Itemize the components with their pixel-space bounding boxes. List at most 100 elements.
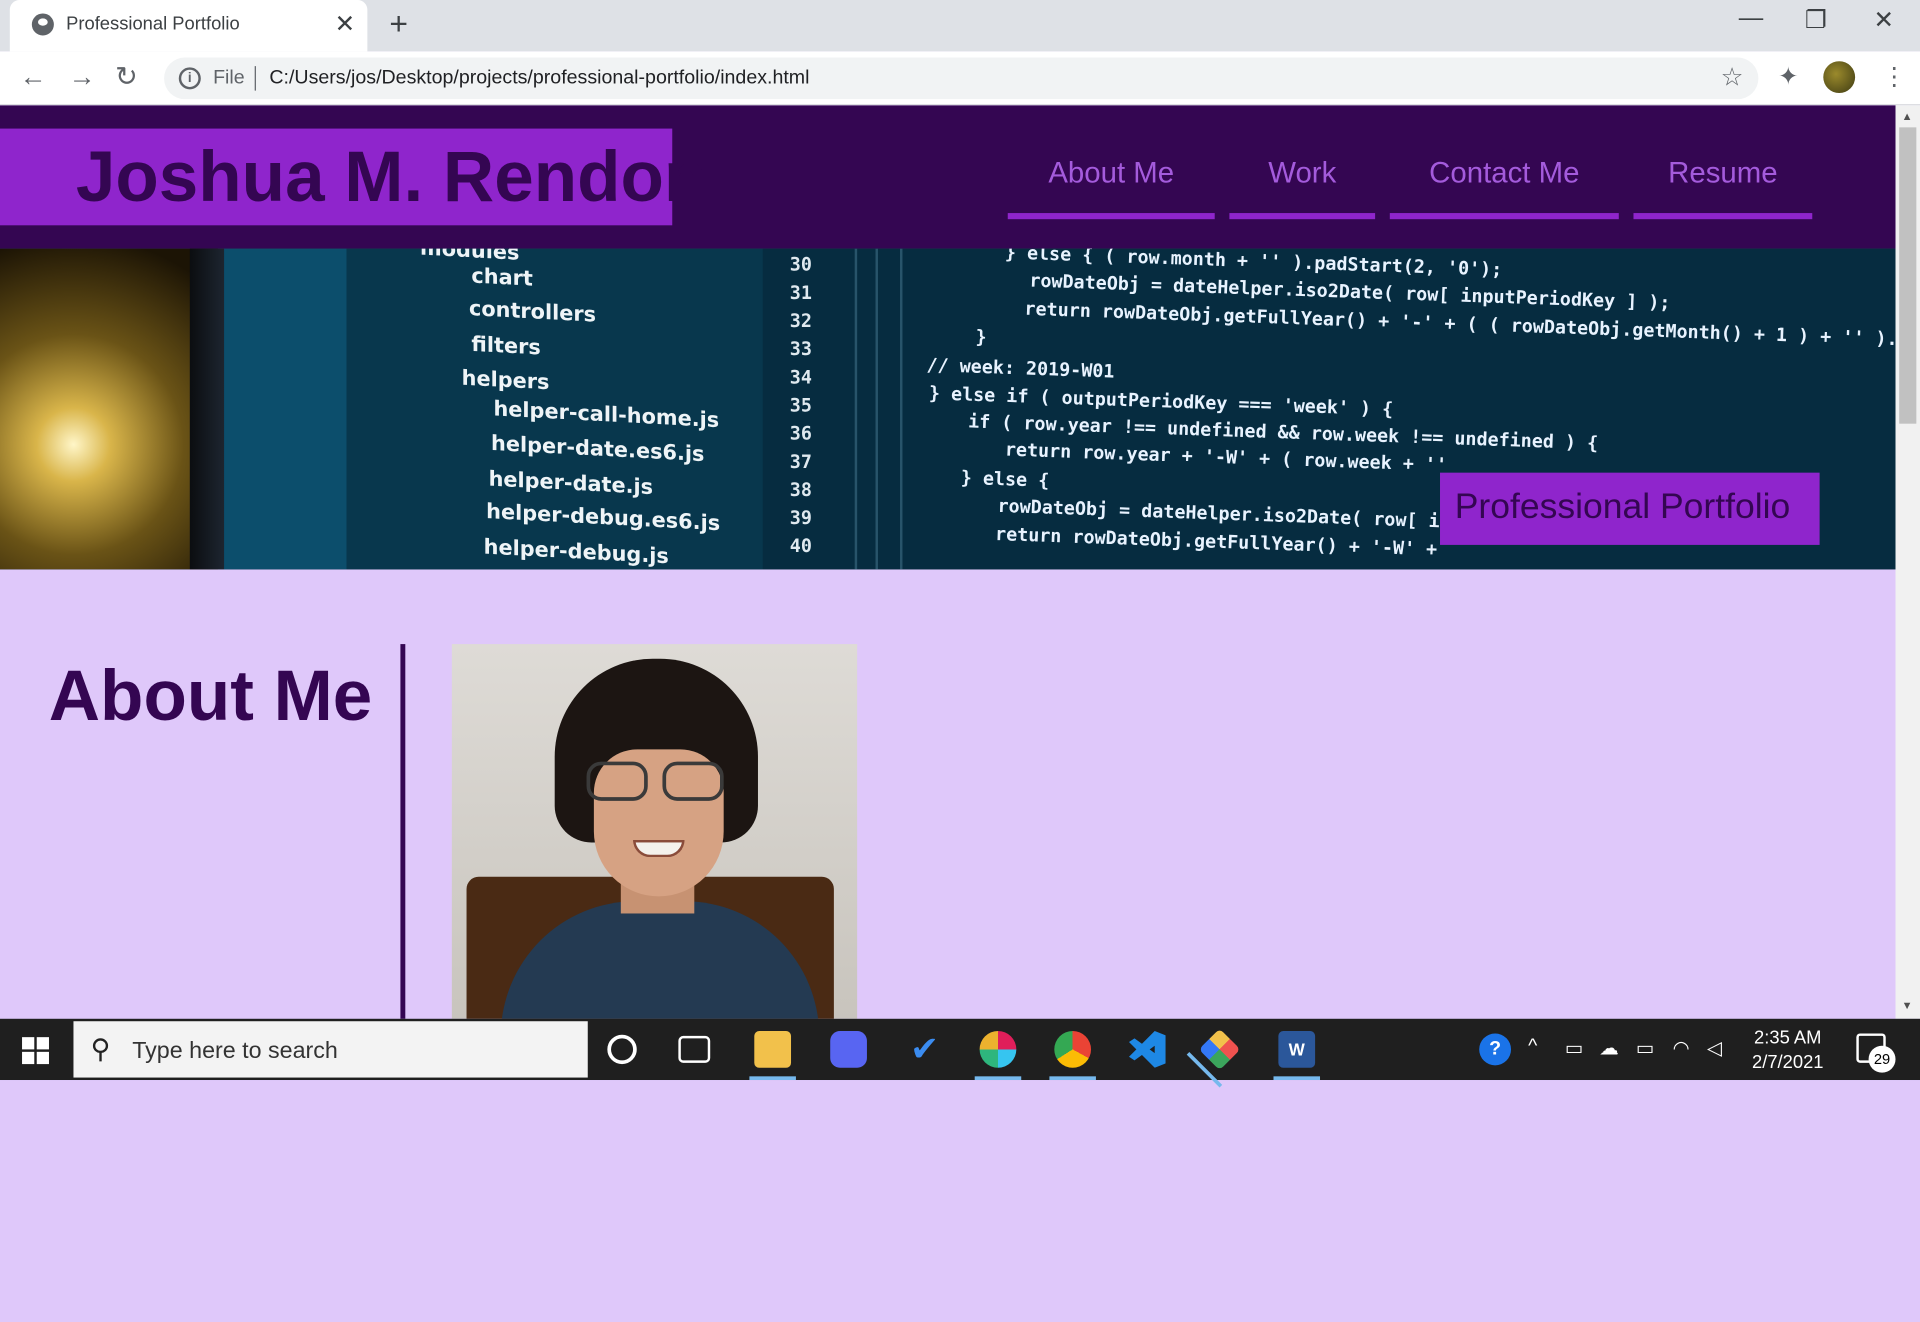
- monitor-bezel: [189, 248, 225, 570]
- profile-photo: [451, 644, 858, 1019]
- line-number: 31: [789, 281, 812, 304]
- nav-resume[interactable]: Resume: [1633, 154, 1813, 220]
- restore-button[interactable]: ❐: [1805, 5, 1827, 36]
- address-separator: [254, 66, 256, 91]
- extensions-icon[interactable]: ✦: [1778, 61, 1799, 92]
- clock-date: 2/7/2021: [1752, 1051, 1824, 1073]
- notification-count: 29: [1868, 1045, 1896, 1073]
- scheme-label: File: [213, 67, 245, 89]
- url-text[interactable]: C:/Users/jos/Desktop/projects/profession…: [269, 67, 809, 89]
- notification-center-icon[interactable]: 29: [1856, 1033, 1896, 1073]
- tree-item: helper-date.js: [488, 467, 654, 501]
- task-view-icon[interactable]: [678, 1035, 711, 1063]
- scroll-thumb[interactable]: [1899, 127, 1917, 424]
- search-placeholder[interactable]: Type here to search: [132, 1038, 338, 1065]
- discord-icon[interactable]: [830, 1031, 867, 1068]
- volume-icon[interactable]: ◁: [1707, 1036, 1722, 1060]
- forward-button[interactable]: →: [69, 61, 96, 93]
- about-heading: About Me: [48, 656, 373, 736]
- scroll-up-arrow[interactable]: ▲: [1902, 110, 1913, 122]
- tree-item: chart: [471, 264, 533, 292]
- tree-item: helper-debug.es6.js: [486, 499, 721, 537]
- brand-name: Joshua M. Rendon: [75, 137, 708, 217]
- minimize-button[interactable]: —: [1739, 5, 1763, 33]
- browser-window: Professional Portfolio ✕ + — ❐ ✕ ← → ↻ i…: [0, 0, 1920, 1322]
- onedrive-icon[interactable]: ☁: [1599, 1036, 1619, 1060]
- code-line: }: [975, 325, 987, 349]
- line-number: 34: [789, 366, 812, 389]
- line-number: 33: [789, 337, 812, 361]
- hero-badge-text: Professional Portfolio: [1454, 487, 1791, 527]
- scroll-down-arrow[interactable]: ▼: [1902, 999, 1913, 1011]
- back-button[interactable]: ←: [20, 61, 47, 93]
- line-number: 38: [789, 478, 812, 501]
- gutter-line: [875, 248, 878, 570]
- nav-work[interactable]: Work: [1229, 154, 1376, 220]
- brand-banner: Joshua M. Rendon: [0, 128, 707, 226]
- chrome-icon[interactable]: [1049, 1031, 1096, 1081]
- clock-time: 2:35 AM: [1754, 1027, 1822, 1049]
- line-number: 32: [789, 309, 812, 332]
- vscode-icon[interactable]: [1128, 1031, 1166, 1068]
- battery-icon[interactable]: ▭: [1636, 1036, 1655, 1060]
- profile-avatar[interactable]: [1823, 61, 1856, 94]
- tree-item: controllers: [468, 296, 597, 328]
- tree-item: filters: [471, 332, 541, 361]
- search-icon: ⚲: [90, 1033, 111, 1065]
- browser-menu-icon[interactable]: ⋮: [1882, 61, 1906, 92]
- page-viewport: Joshua M. Rendon About Me Work Contact M…: [0, 105, 1896, 1019]
- about-divider: [400, 644, 406, 1019]
- windows-taskbar: ⚲ Type here to search ✔ W ? ^ ▭ ☁ ▭ ◠ ◁ …: [0, 1018, 1920, 1081]
- tree-item: helper-call-home.js: [493, 396, 720, 434]
- gitkraken-icon[interactable]: [1198, 1028, 1241, 1071]
- new-tab-button[interactable]: +: [389, 5, 408, 43]
- tab-title: Professional Portfolio: [66, 13, 240, 35]
- gutter-line: [900, 248, 903, 570]
- tab-professional-portfolio[interactable]: Professional Portfolio ✕: [9, 0, 368, 52]
- tray-chevron-icon[interactable]: ^: [1528, 1036, 1537, 1058]
- editor-activity-bar: [224, 248, 347, 570]
- wifi-icon[interactable]: ◠: [1673, 1036, 1690, 1060]
- meet-now-icon[interactable]: ▭: [1565, 1036, 1584, 1060]
- code-line: } else {: [960, 466, 1050, 492]
- nav-contact-me[interactable]: Contact Me: [1389, 154, 1619, 220]
- tree-item: helper-date.es6.js: [491, 431, 705, 468]
- line-number: 30: [789, 253, 812, 276]
- tab-strip: Professional Portfolio ✕ + — ❐ ✕: [0, 0, 1920, 52]
- todo-icon[interactable]: ✔: [906, 1030, 943, 1068]
- address-bar[interactable]: i File C:/Users/jos/Desktop/projects/pro…: [164, 57, 1759, 100]
- lens-right: [662, 761, 724, 801]
- hero-badge: Professional Portfolio: [1440, 472, 1820, 545]
- tree-item: helper-debug.js: [483, 535, 669, 570]
- bokeh-light: [0, 248, 218, 570]
- close-tab-icon[interactable]: ✕: [335, 9, 356, 40]
- site-header: Joshua M. Rendon About Me Work Contact M…: [0, 105, 1896, 249]
- slack-icon[interactable]: [974, 1031, 1022, 1081]
- bookmark-star-icon[interactable]: ☆: [1721, 62, 1744, 93]
- page-scrollbar[interactable]: ▲ ▼: [1895, 105, 1920, 1019]
- start-button[interactable]: [22, 1037, 49, 1065]
- cortana-icon[interactable]: [607, 1034, 637, 1065]
- file-explorer-icon[interactable]: [749, 1031, 796, 1081]
- line-number: 40: [789, 535, 812, 558]
- line-number: 37: [789, 450, 812, 473]
- line-number: 36: [789, 422, 812, 445]
- file-tree: modules chart controllers filters helpers hel…: [346, 248, 763, 570]
- code-line: // week: 2019-W01: [926, 353, 1115, 383]
- taskbar-search[interactable]: ⚲ Type here to search: [73, 1021, 588, 1078]
- help-icon[interactable]: ?: [1479, 1033, 1512, 1066]
- lens-left: [586, 761, 648, 801]
- close-window-button[interactable]: ✕: [1873, 5, 1894, 36]
- line-number: 39: [789, 506, 812, 529]
- nav-about-me[interactable]: About Me: [1007, 154, 1215, 220]
- hero-image: modules chart controllers filters helpers hel…: [0, 248, 1896, 570]
- taskbar-clock[interactable]: 2:35 AM 2/7/2021: [1744, 1026, 1832, 1075]
- gutter-line: [854, 248, 858, 570]
- reload-button[interactable]: ↻: [115, 61, 138, 93]
- info-icon[interactable]: i: [178, 67, 201, 90]
- word-icon[interactable]: W: [1273, 1031, 1321, 1081]
- tree-item: modules: [420, 248, 520, 266]
- globe-icon: [31, 13, 54, 36]
- photo-glasses: [586, 761, 729, 804]
- tree-item: helpers: [461, 366, 550, 396]
